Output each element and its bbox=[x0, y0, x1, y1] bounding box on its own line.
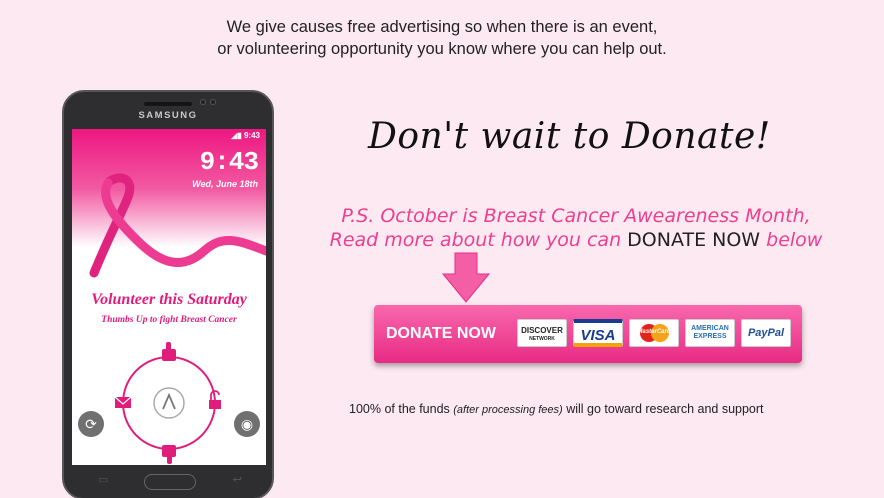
discover-card-icon: DISCOVER NETWORK bbox=[517, 319, 567, 347]
discover-card-name: DISCOVER bbox=[521, 326, 563, 335]
status-bar: ◢▮ 9:43 bbox=[231, 131, 260, 140]
funds-note-after: will go toward research and support bbox=[566, 402, 764, 416]
paypal-card-name: PayPal bbox=[747, 327, 785, 339]
share-icon[interactable]: ⟳ bbox=[78, 411, 104, 437]
down-arrow-icon bbox=[441, 252, 491, 303]
signal-icon: ◢▮ bbox=[231, 131, 242, 140]
amex-card-sub: EXPRESS bbox=[693, 333, 727, 340]
speaker-grille bbox=[144, 102, 192, 106]
back-icon[interactable]: ↩ bbox=[233, 473, 242, 486]
mastercard-icon: MasterCard bbox=[629, 319, 679, 347]
paypal-card-icon: PayPal bbox=[741, 319, 791, 347]
phone-brand: SAMSUNG bbox=[138, 110, 198, 121]
sensor-icon bbox=[210, 99, 216, 105]
phone-screen: ◢▮ 9:43 9:43 Wed, June 18th Volunteer th… bbox=[72, 129, 266, 465]
discover-card-sub: NETWORK bbox=[529, 336, 555, 342]
intro-line-2: or volunteering opportunity you know whe… bbox=[217, 40, 667, 58]
funds-note-italic: (after processing fees) bbox=[453, 404, 563, 416]
ps-note: P.S. October is Breast Cancer Aweareness… bbox=[296, 204, 856, 252]
amex-card-icon: AMERICAN EXPRESS bbox=[685, 319, 735, 347]
ps-line-2: Read more about how you can DONATE NOW b… bbox=[296, 228, 856, 252]
thumbs-down-icon bbox=[162, 445, 176, 464]
pink-ribbon-icon bbox=[89, 173, 266, 278]
intro-line-1: We give causes free advertising so when … bbox=[226, 18, 658, 36]
page-headline: Don't wait to Donate! bbox=[368, 116, 771, 157]
visa-card-name: VISA bbox=[580, 327, 616, 344]
ps-line-2-after: below bbox=[766, 229, 823, 251]
ps-line-1: P.S. October is Breast Cancer Aweareness… bbox=[341, 205, 811, 227]
mastercard-name: MasterCard bbox=[637, 329, 671, 335]
donate-now-label: DONATE NOW bbox=[386, 325, 496, 342]
funds-note-before: 100% of the funds bbox=[349, 402, 450, 416]
status-time: 9:43 bbox=[243, 131, 260, 140]
visa-card-icon: VISA bbox=[573, 319, 623, 347]
recent-apps-icon[interactable]: ▭ bbox=[98, 473, 108, 486]
camera-icon bbox=[200, 99, 206, 105]
mail-icon bbox=[114, 396, 132, 408]
home-button[interactable] bbox=[144, 474, 196, 490]
intro-text: We give causes free advertising so when … bbox=[0, 16, 884, 60]
ps-donate-emphasis: DONATE NOW bbox=[627, 229, 761, 251]
thumbs-up-icon bbox=[162, 342, 176, 361]
phone-mockup: SAMSUNG ◢▮ 9:43 9:43 Wed, June 18th Volu… bbox=[62, 90, 274, 498]
donate-now-button[interactable]: DONATE NOW DISCOVER NETWORK VISA MasterC… bbox=[374, 305, 802, 363]
ps-line-2-before: Read more about how you can bbox=[329, 229, 622, 251]
amex-card-name: AMERICAN bbox=[691, 325, 729, 332]
unlock-ring bbox=[114, 342, 221, 464]
volunteer-heading: Volunteer this Saturday bbox=[91, 291, 247, 308]
funds-note: 100% of the funds (after processing fees… bbox=[349, 402, 764, 416]
camera-shortcut-icon[interactable]: ◉ bbox=[234, 411, 260, 437]
volunteer-subheading: Thumbs Up to fight Breast Cancer bbox=[101, 315, 237, 325]
